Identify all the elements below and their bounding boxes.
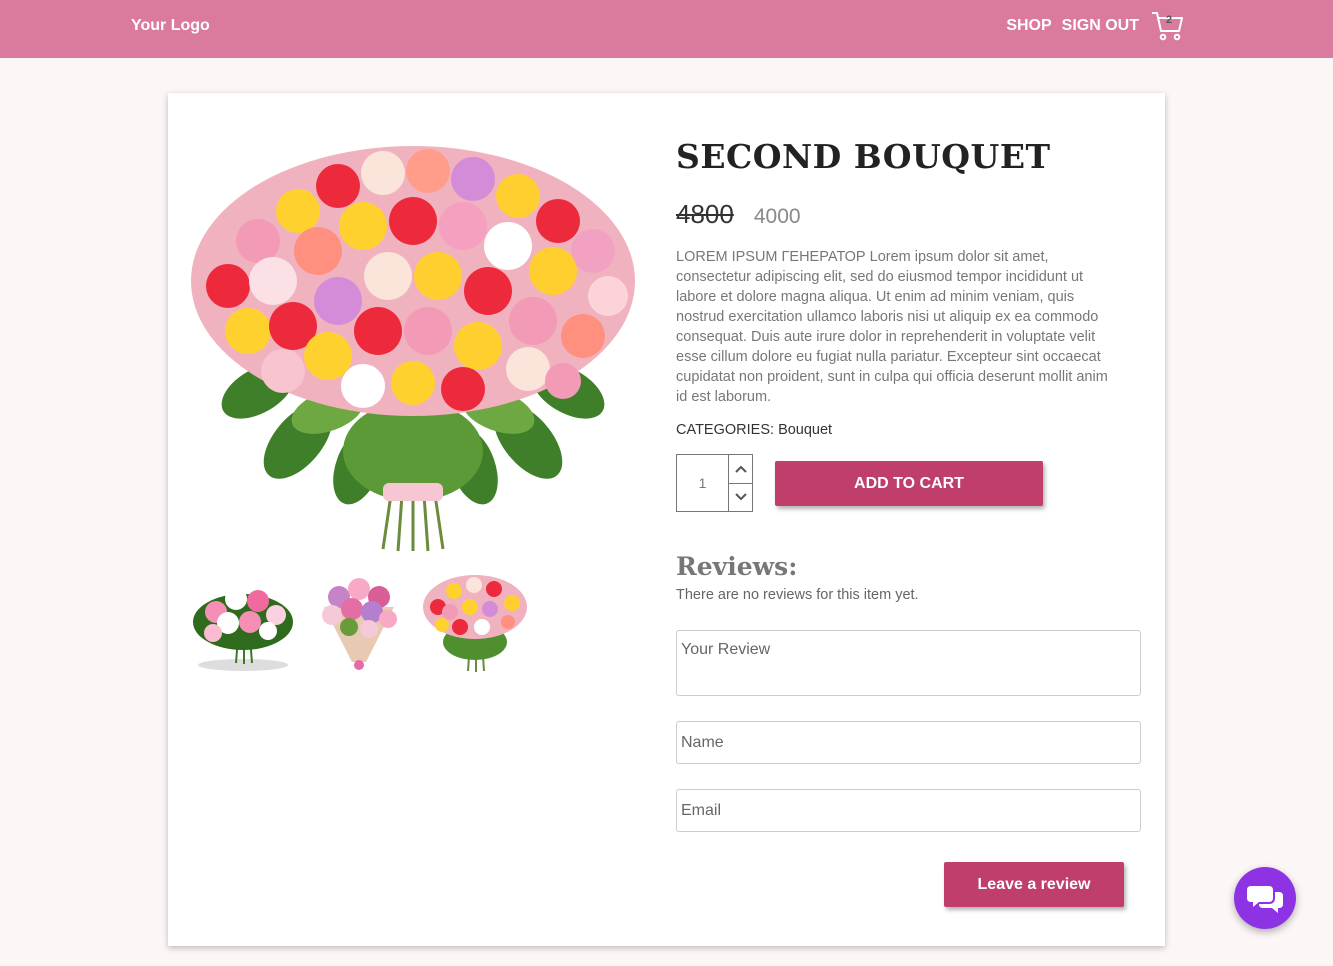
quantity-stepper: 1 <box>676 454 753 512</box>
main-product-image[interactable] <box>188 121 638 561</box>
chat-button[interactable] <box>1234 867 1296 929</box>
name-field[interactable] <box>676 721 1141 764</box>
product-categories: CATEGORIES: Bouquet <box>676 422 832 438</box>
chat-bubbles-icon <box>1247 886 1283 913</box>
quantity-input[interactable]: 1 <box>677 455 729 511</box>
chevron-up-icon <box>734 465 747 473</box>
current-price: 4000 <box>753 205 801 228</box>
review-textarea[interactable] <box>676 630 1141 696</box>
chevron-down-icon <box>734 493 747 501</box>
thumbnail-pink-lilac-bouquet[interactable] <box>304 567 414 677</box>
nav-links: SHOP SIGN OUT 2 <box>1006 10 1185 42</box>
product-title: SECOND BOUQUET <box>676 137 1051 176</box>
quantity-decrease-button[interactable] <box>729 482 752 512</box>
no-reviews-text: There are no reviews for this item yet. <box>676 587 919 603</box>
categories-label: CATEGORIES: <box>676 422 775 438</box>
product-description: LOREM IPSUM ГЕНЕРАТОР Lorem ipsum dolor … <box>676 249 1108 405</box>
product-card: SECOND BOUQUET 4800 4000 LOREM IPSUM ГЕН… <box>168 93 1165 946</box>
cart-count-badge: 2 <box>1166 14 1173 26</box>
quantity-buttons <box>729 455 752 511</box>
nav-shop-link[interactable]: SHOP <box>1006 17 1051 35</box>
thumbnail-pink-gerbera-bouquet[interactable] <box>188 567 298 677</box>
nav-sign-out-link[interactable]: SIGN OUT <box>1062 17 1139 35</box>
price-block: 4800 4000 <box>676 199 801 230</box>
cart-icon[interactable]: 2 <box>1151 10 1185 42</box>
leave-review-button[interactable]: Leave a review <box>944 862 1124 907</box>
old-price: 4800 <box>676 199 734 229</box>
category-link[interactable]: Bouquet <box>778 422 832 438</box>
top-navbar: Your Logo SHOP SIGN OUT 2 <box>0 0 1333 58</box>
reviews-heading: Reviews: <box>676 552 798 581</box>
add-to-cart-button[interactable]: ADD TO CART <box>775 461 1043 506</box>
email-field[interactable] <box>676 789 1141 832</box>
thumbnail-mixed-rose-bouquet[interactable] <box>420 567 530 677</box>
site-logo[interactable]: Your Logo <box>131 17 210 35</box>
quantity-increase-button[interactable] <box>729 455 752 483</box>
thumbnail-gallery <box>188 567 536 677</box>
